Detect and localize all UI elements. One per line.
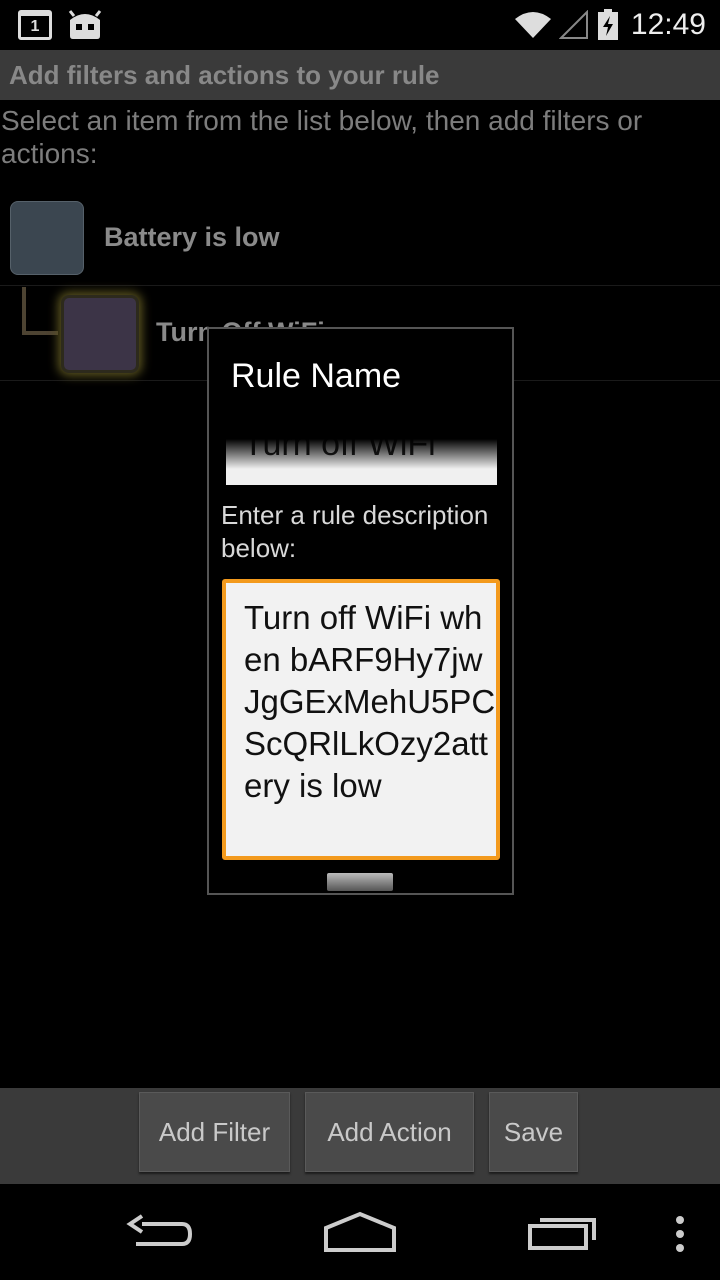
battery-charging-icon	[597, 9, 618, 40]
instructions-text: Select an item from the list below, then…	[1, 105, 643, 169]
navigation-bar	[0, 1184, 720, 1280]
description-textarea[interactable]: Turn off WiFi when bARF9Hy7jwJgGExMehU5P…	[222, 579, 500, 860]
button-bar: Add Filter Add Action Save	[0, 1088, 720, 1184]
dialog-title: Rule Name	[231, 357, 402, 395]
status-bar: 1 12:49	[0, 0, 720, 50]
list-item-filter[interactable]: Battery is low	[0, 192, 720, 286]
wifi-icon	[514, 12, 551, 38]
save-button[interactable]: Save	[489, 1092, 578, 1172]
clock: 12:49	[630, 8, 706, 41]
rule-name-input[interactable]: Turn off WiFi	[226, 439, 497, 485]
add-action-button[interactable]: Add Action	[305, 1092, 474, 1172]
overflow-menu-icon[interactable]	[670, 1204, 690, 1260]
page-title: Add filters and actions to your rule	[0, 50, 720, 100]
description-label: Enter a rule description below:	[221, 500, 489, 563]
add-filter-button[interactable]: Add Filter	[139, 1092, 290, 1172]
calendar-day: 1	[30, 17, 40, 35]
list-item-label: Battery is low	[104, 222, 280, 252]
back-icon[interactable]	[124, 1204, 196, 1260]
action-tile[interactable]	[61, 295, 139, 373]
rule-name-value: Turn off WiFi	[243, 439, 436, 463]
home-icon[interactable]	[322, 1204, 398, 1260]
filter-tile[interactable]	[10, 201, 84, 275]
android-robot-icon	[68, 10, 102, 39]
tree-connector	[22, 287, 58, 335]
calendar-notification-icon: 1	[18, 10, 52, 40]
scroll-handle[interactable]	[327, 873, 393, 891]
recents-icon[interactable]	[526, 1204, 598, 1260]
rule-name-dialog: Rule Name Turn off WiFi Enter a rule des…	[207, 327, 514, 895]
cell-signal-icon	[558, 10, 588, 39]
